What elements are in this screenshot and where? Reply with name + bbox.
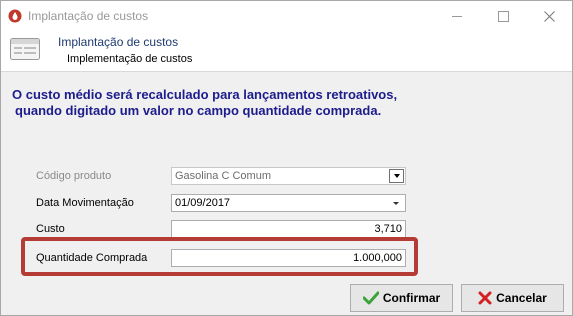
date-value: 01/09/2017 [175,197,231,209]
maximize-icon [497,10,509,22]
maximize-button[interactable] [480,1,526,31]
cost-value: 3,710 [374,223,402,235]
date-dropdown-icon[interactable] [393,202,399,205]
recalc-notice: O custo médio será recalculado para lanç… [12,87,397,119]
notice-line-1: O custo médio será recalculado para lanç… [12,87,398,102]
cancel-button[interactable]: Cancelar [461,284,564,312]
header-title: Implantação de custos [58,35,179,49]
button-bar: Confirmar Cancelar [1,278,572,315]
dialog-window: Implantação de custos Implantação de cus… [0,0,573,316]
checkmark-icon [362,291,379,305]
header-subtitle: Implementação de custos [67,53,193,65]
notice-line-2: quando digitado um valor no campo quanti… [15,103,382,118]
close-icon [543,10,555,22]
title-bar: Implantação de custos [1,1,572,31]
cost-field[interactable]: 3,710 [171,220,406,238]
minimize-icon [452,15,462,17]
cross-icon [478,291,492,305]
close-button[interactable] [526,1,572,31]
window-title: Implantação de custos [28,9,149,23]
quantity-highlight-frame [21,237,418,276]
cost-label: Custo [36,223,65,235]
date-picker[interactable]: 01/09/2017 [171,194,406,212]
chevron-down-icon [393,174,400,178]
product-code-combo[interactable]: Gasolina C Comum [171,167,406,185]
product-code-label: Código produto [36,170,112,182]
date-label: Data Movimentação [36,197,134,209]
confirm-button[interactable]: Confirmar [350,284,453,312]
dialog-header: Implantação de custos Implementação de c… [1,31,572,72]
minimize-button[interactable] [434,1,480,31]
cancel-label: Cancelar [496,291,547,305]
app-drop-icon [8,9,22,23]
form-window-icon [10,38,40,60]
product-code-value: Gasolina C Comum [175,170,271,182]
confirm-label: Confirmar [382,291,441,305]
product-dropdown-button[interactable] [389,169,404,183]
